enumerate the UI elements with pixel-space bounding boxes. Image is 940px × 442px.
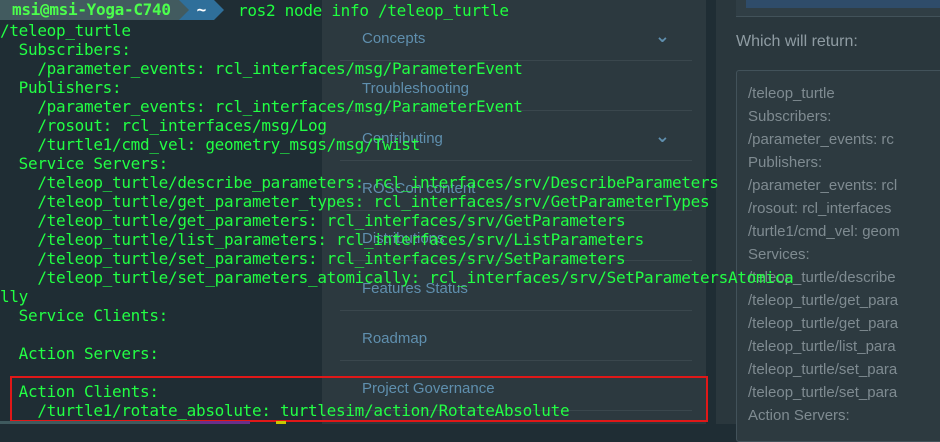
- prompt-separator: [214, 0, 225, 20]
- output-line: /teleop_turtle/list_parameters: rcl_inte…: [0, 230, 644, 249]
- output-line: Publishers:: [0, 78, 122, 97]
- output-line: /teleop_turtle/set_parameters_atomically…: [0, 268, 794, 287]
- action-clients-highlight: [10, 376, 708, 422]
- output-line: Subscribers:: [0, 40, 131, 59]
- output-line: /teleop_turtle/get_parameters: rcl_inter…: [0, 211, 626, 230]
- output-line: /parameter_events: rcl_interfaces/msg/Pa…: [0, 97, 523, 116]
- output-line: /turtle1/cmd_vel: geometry_msgs/msg/Twis…: [0, 135, 420, 154]
- output-line: Service Clients:: [0, 306, 169, 325]
- output-line: /teleop_turtle: [0, 21, 131, 40]
- prompt-directory: ~: [188, 0, 215, 20]
- prompt-user: msi@msi-Yoga-C740: [0, 0, 179, 20]
- prompt-separator: [178, 0, 189, 20]
- shell-prompt: msi@msi-Yoga-C740 ~ ros2 node info /tele…: [0, 0, 509, 20]
- output-line: /teleop_turtle/describe_parameters: rcl_…: [0, 173, 719, 192]
- output-line: /teleop_turtle/get_parameter_types: rcl_…: [0, 192, 710, 211]
- output-line: Service Servers:: [0, 154, 169, 173]
- output-line: Action Servers:: [0, 344, 159, 363]
- output-line: /parameter_events: rcl_interfaces/msg/Pa…: [0, 59, 523, 78]
- terminal-command: ros2 node info /teleop_turtle: [238, 0, 509, 20]
- output-line: /teleop_turtle/set_parameters: rcl_inter…: [0, 249, 626, 268]
- terminal-window[interactable]: msi@msi-Yoga-C740 ~ ros2 node info /tele…: [0, 0, 940, 424]
- output-line: /rosout: rcl_interfaces/msg/Log: [0, 116, 327, 135]
- output-line: lly: [0, 287, 28, 306]
